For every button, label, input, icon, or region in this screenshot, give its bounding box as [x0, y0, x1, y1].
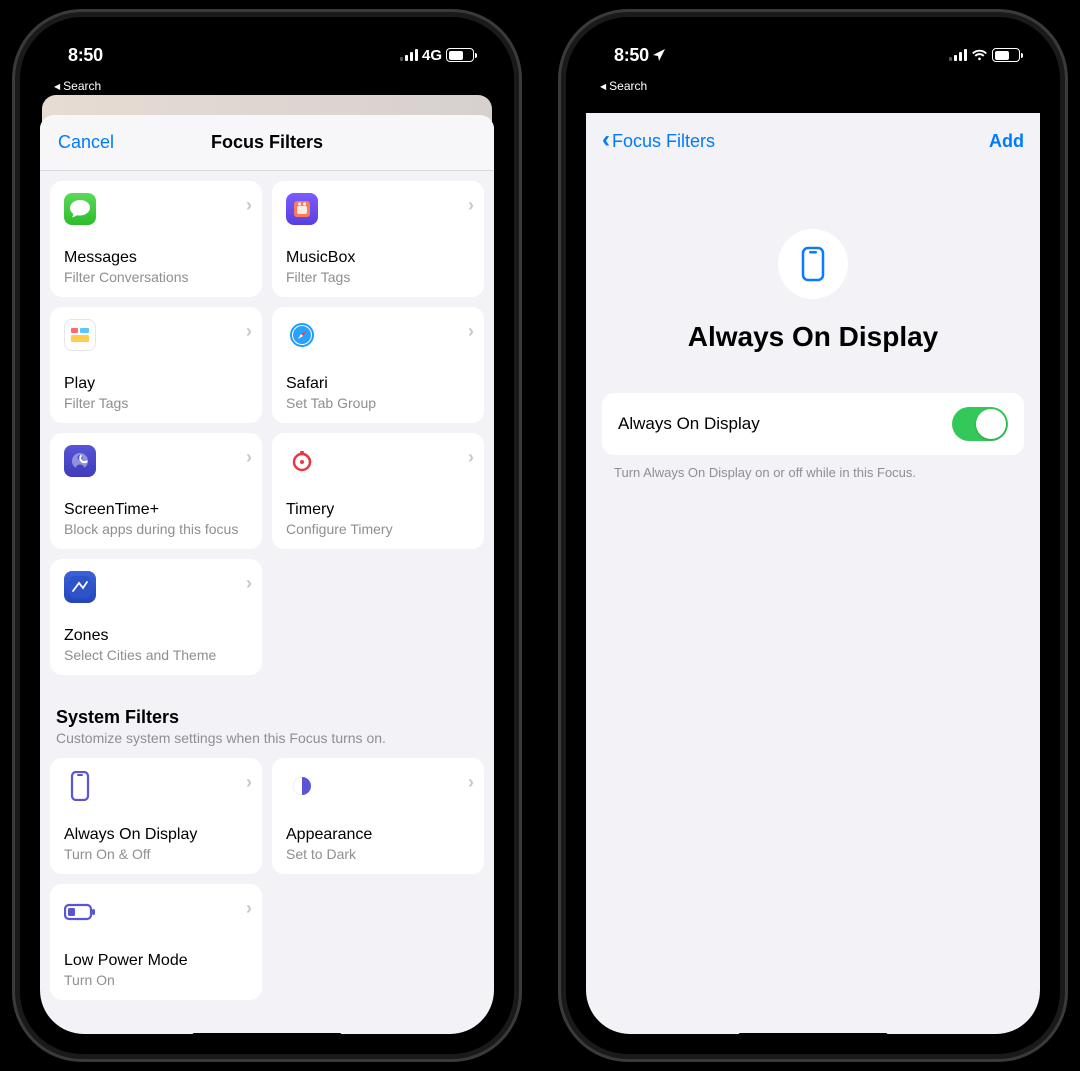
card-title: Always On Display	[64, 825, 248, 844]
timery-icon	[286, 445, 318, 477]
hero-section: Always On Display	[586, 169, 1040, 393]
network-type: 4G	[422, 47, 442, 64]
system-card-appearance[interactable]: › Appearance Set to Dark	[272, 758, 484, 874]
filter-card-play[interactable]: › Play Filter Tags	[50, 307, 262, 423]
home-indicator[interactable]	[738, 1033, 888, 1038]
wifi-icon	[971, 49, 988, 62]
card-subtitle: Turn On & Off	[64, 846, 248, 862]
card-subtitle: Filter Conversations	[64, 269, 248, 285]
home-indicator[interactable]	[192, 1033, 342, 1038]
filter-card-zones[interactable]: › Zones Select Cities and Theme	[50, 559, 262, 675]
messages-icon	[64, 193, 96, 225]
phone-right: 8:50 Search ‹ Focus Filters Add	[558, 9, 1068, 1062]
hero-aod-icon	[778, 229, 848, 299]
battery-icon	[446, 48, 474, 62]
card-title: ScreenTime+	[64, 500, 248, 519]
system-filters-subtitle: Customize system settings when this Focu…	[56, 730, 478, 746]
aod-toggle[interactable]	[952, 407, 1008, 441]
chevron-right-icon: ›	[468, 772, 474, 793]
focus-filters-sheet: Cancel Focus Filters › Messages Filter C…	[40, 115, 494, 1034]
phone-left: 8:50 4G Search Cancel Focus Filters	[12, 9, 522, 1062]
chevron-right-icon: ›	[468, 195, 474, 216]
signal-icon	[949, 49, 967, 61]
filter-card-screentimeplus[interactable]: › ScreenTime+ Block apps during this foc…	[50, 433, 262, 549]
card-subtitle: Block apps during this focus	[64, 521, 248, 537]
zones-icon	[64, 571, 96, 603]
dynamic-island	[743, 41, 883, 79]
aod-row-label: Always On Display	[618, 414, 760, 434]
back-to-search[interactable]: Search	[54, 79, 101, 93]
nav-back-label: Focus Filters	[612, 131, 715, 152]
screentime-icon	[64, 445, 96, 477]
battery-icon	[992, 48, 1020, 62]
card-title: Messages	[64, 248, 248, 267]
card-title: Low Power Mode	[64, 951, 248, 970]
card-subtitle: Filter Tags	[64, 395, 248, 411]
settings-group: Always On Display	[602, 393, 1024, 455]
chevron-right-icon: ›	[468, 321, 474, 342]
play-icon	[64, 319, 96, 351]
chevron-right-icon: ›	[246, 573, 252, 594]
appearance-icon	[286, 770, 318, 802]
chevron-right-icon: ›	[468, 447, 474, 468]
card-title: Timery	[286, 500, 470, 519]
signal-icon	[400, 49, 418, 61]
system-filters-title: System Filters	[56, 707, 478, 728]
system-card-aod[interactable]: › Always On Display Turn On & Off	[50, 758, 262, 874]
aod-filter-page: ‹ Focus Filters Add Always On Display Al…	[586, 113, 1040, 1034]
status-time: 8:50	[614, 45, 649, 66]
card-subtitle: Configure Timery	[286, 521, 470, 537]
musicbox-icon	[286, 193, 318, 225]
chevron-right-icon: ›	[246, 898, 252, 919]
low-power-icon	[64, 896, 96, 928]
card-title: MusicBox	[286, 248, 470, 267]
status-time: 8:50	[68, 45, 103, 66]
sheet-header: Cancel Focus Filters	[40, 115, 494, 171]
card-subtitle: Set Tab Group	[286, 395, 470, 411]
chevron-right-icon: ›	[246, 447, 252, 468]
safari-icon	[286, 319, 318, 351]
aod-row: Always On Display	[602, 393, 1024, 455]
location-icon	[652, 48, 666, 62]
filter-card-timery[interactable]: › Timery Configure Timery	[272, 433, 484, 549]
aod-icon	[64, 770, 96, 802]
back-to-search[interactable]: Search	[600, 79, 647, 93]
nav-add-button[interactable]: Add	[989, 131, 1024, 152]
dynamic-island	[197, 41, 337, 79]
card-title: Play	[64, 374, 248, 393]
setting-footer: Turn Always On Display on or off while i…	[614, 465, 1012, 480]
filter-card-musicbox[interactable]: › MusicBox Filter Tags	[272, 181, 484, 297]
card-subtitle: Select Cities and Theme	[64, 647, 248, 663]
nav-bar: ‹ Focus Filters Add	[586, 113, 1040, 169]
chevron-right-icon: ›	[246, 195, 252, 216]
card-title: Zones	[64, 626, 248, 645]
card-subtitle: Turn On	[64, 972, 248, 988]
system-card-lpm[interactable]: › Low Power Mode Turn On	[50, 884, 262, 1000]
card-title: Safari	[286, 374, 470, 393]
chevron-right-icon: ›	[246, 772, 252, 793]
card-subtitle: Set to Dark	[286, 846, 470, 862]
nav-back-button[interactable]: ‹ Focus Filters	[602, 130, 715, 152]
page-title: Always On Display	[586, 321, 1040, 353]
cancel-button[interactable]: Cancel	[58, 132, 114, 153]
chevron-right-icon: ›	[246, 321, 252, 342]
card-subtitle: Filter Tags	[286, 269, 470, 285]
card-title: Appearance	[286, 825, 470, 844]
filter-card-messages[interactable]: › Messages Filter Conversations	[50, 181, 262, 297]
chevron-left-icon: ‹	[602, 128, 610, 152]
filter-card-safari[interactable]: › Safari Set Tab Group	[272, 307, 484, 423]
